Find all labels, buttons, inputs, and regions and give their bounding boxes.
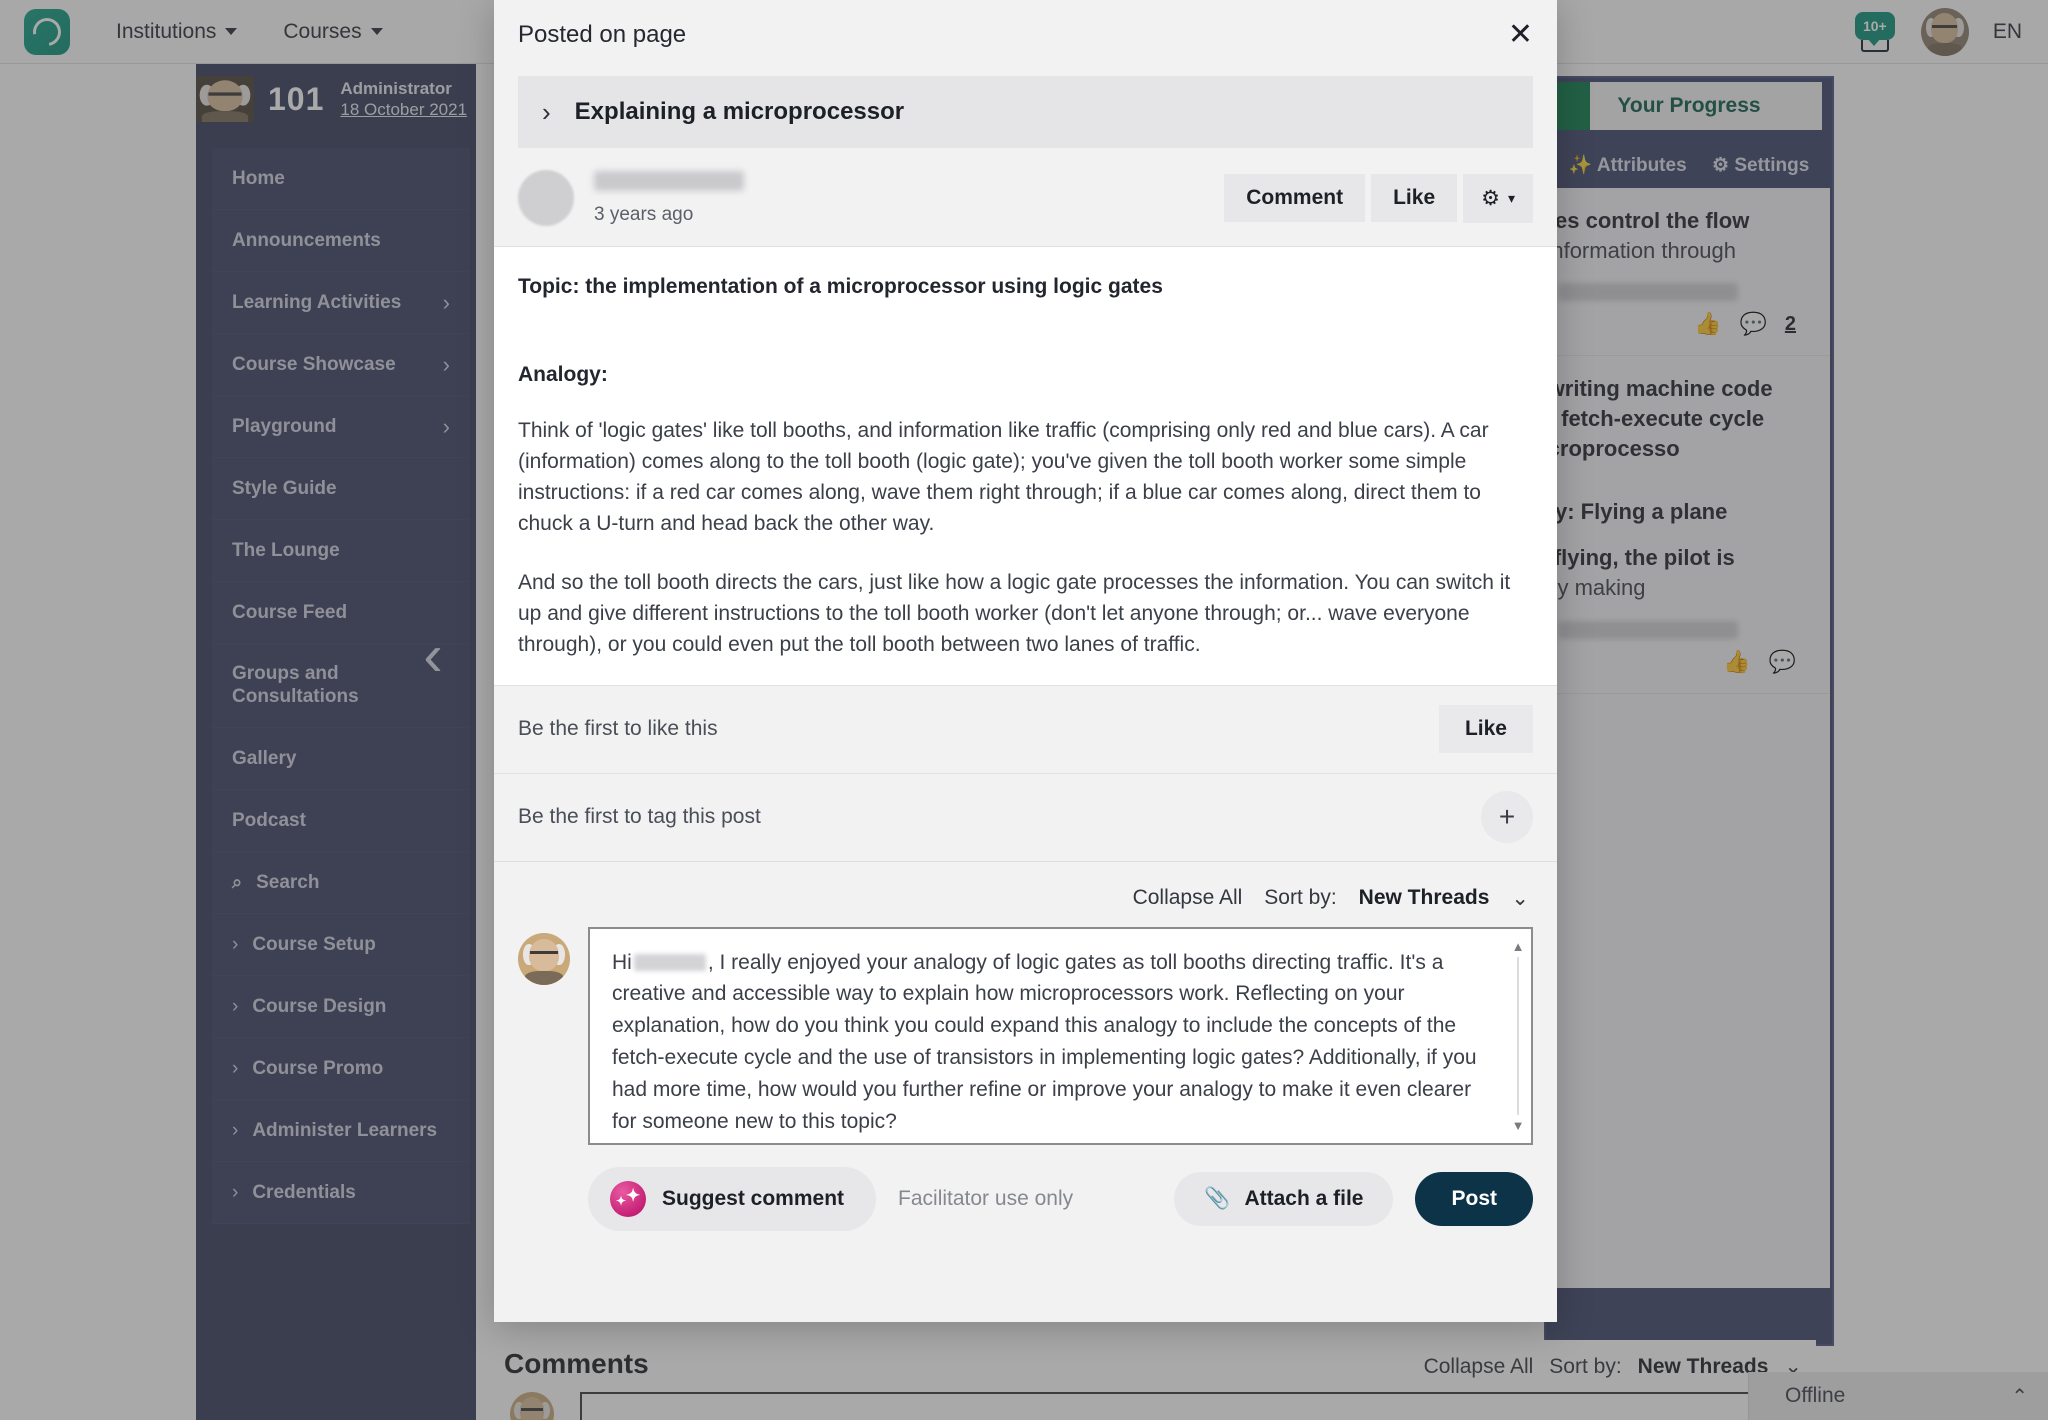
chevron-right-icon: › <box>542 96 551 127</box>
post-actions: Comment Like ⚙ ▾ <box>1224 173 1533 223</box>
post-paragraph-2: And so the toll booth directs the cars, … <box>518 571 1511 657</box>
suggest-comment-label: Suggest comment <box>662 1186 845 1210</box>
post-like-button[interactable]: Like <box>1438 705 1533 754</box>
sort-by-label: Sort by: <box>1264 886 1337 910</box>
attach-file-button[interactable]: 📎 Attach a file <box>1174 1171 1394 1226</box>
composer-actions: Suggest comment Facilitator use only 📎 A… <box>518 1166 1533 1231</box>
draft-greeting: Hi <box>612 950 632 974</box>
collapse-all-button[interactable]: Collapse All <box>1133 886 1243 910</box>
post-author-name-redacted <box>594 170 744 191</box>
post-header: 3 years ago Comment Like ⚙ ▾ <box>494 148 1557 247</box>
add-tag-button[interactable]: + <box>1481 791 1533 844</box>
chevron-down-icon: ▾ <box>1507 189 1515 206</box>
comment-composer: Collapse All Sort by: New Threads ⌄ Hi, … <box>494 860 1557 1322</box>
post-topic-line: Topic: the implementation of a microproc… <box>518 275 1163 298</box>
topic-name: Explaining a microprocessor <box>574 98 905 125</box>
topic-accordion-row[interactable]: › Explaining a microprocessor <box>518 76 1533 148</box>
modal-title: Posted on page <box>518 21 687 48</box>
facilitator-use-only-note: Facilitator use only <box>898 1186 1074 1210</box>
draft-name-redacted <box>633 953 706 971</box>
post-button[interactable]: Post <box>1415 1171 1533 1226</box>
like-row: Be the first to like this Like <box>494 684 1557 773</box>
scroll-down-arrow-icon[interactable]: ▼ <box>1512 1118 1525 1133</box>
tag-row: Be the first to tag this post + <box>494 772 1557 861</box>
gear-icon: ⚙ <box>1481 186 1500 210</box>
like-row-label: Be the first to like this <box>518 717 718 741</box>
composer-user-avatar <box>518 932 570 985</box>
like-button[interactable]: Like <box>1371 174 1458 222</box>
tag-row-label: Be the first to tag this post <box>518 805 761 829</box>
sort-by-value[interactable]: New Threads <box>1359 886 1490 910</box>
scrollbar-track <box>1517 956 1519 1115</box>
comment-draft-text: Hi, I really enjoyed your analogy of log… <box>612 947 1491 1138</box>
post-meta: 3 years ago <box>594 170 744 226</box>
post-settings-button[interactable]: ⚙ ▾ <box>1463 173 1533 223</box>
post-analogy-heading: Analogy: <box>518 363 608 386</box>
composer-sort-controls: Collapse All Sort by: New Threads ⌄ <box>518 878 1533 927</box>
post-paragraph-1: Think of 'logic gates' like toll booths,… <box>518 419 1489 536</box>
ai-sparkle-icon <box>610 1180 646 1217</box>
comment-button[interactable]: Comment <box>1224 174 1366 222</box>
attach-file-label: Attach a file <box>1244 1186 1364 1210</box>
posted-on-page-modal: Posted on page ✕ › Explaining a micropro… <box>494 0 1557 1322</box>
post-author-avatar <box>518 170 574 226</box>
post-timestamp: 3 years ago <box>594 203 694 225</box>
paperclip-icon: 📎 <box>1204 1186 1231 1210</box>
close-icon[interactable]: ✕ <box>1508 20 1533 50</box>
scroll-up-arrow-icon[interactable]: ▲ <box>1512 939 1525 954</box>
avatar-face-graphic <box>518 933 570 985</box>
suggest-comment-button[interactable]: Suggest comment <box>588 1166 877 1231</box>
post-body: Topic: the implementation of a microproc… <box>494 247 1557 685</box>
draft-body: , I really enjoyed your analogy of logic… <box>612 950 1477 1134</box>
composer-row: Hi, I really enjoyed your analogy of log… <box>518 926 1533 1145</box>
chevron-down-icon: ⌄ <box>1511 886 1529 910</box>
modal-header: Posted on page ✕ <box>494 0 1557 70</box>
textarea-scrollbar[interactable]: ▲ ▼ <box>1511 939 1525 1133</box>
comment-textarea[interactable]: Hi, I really enjoyed your analogy of log… <box>588 926 1533 1145</box>
